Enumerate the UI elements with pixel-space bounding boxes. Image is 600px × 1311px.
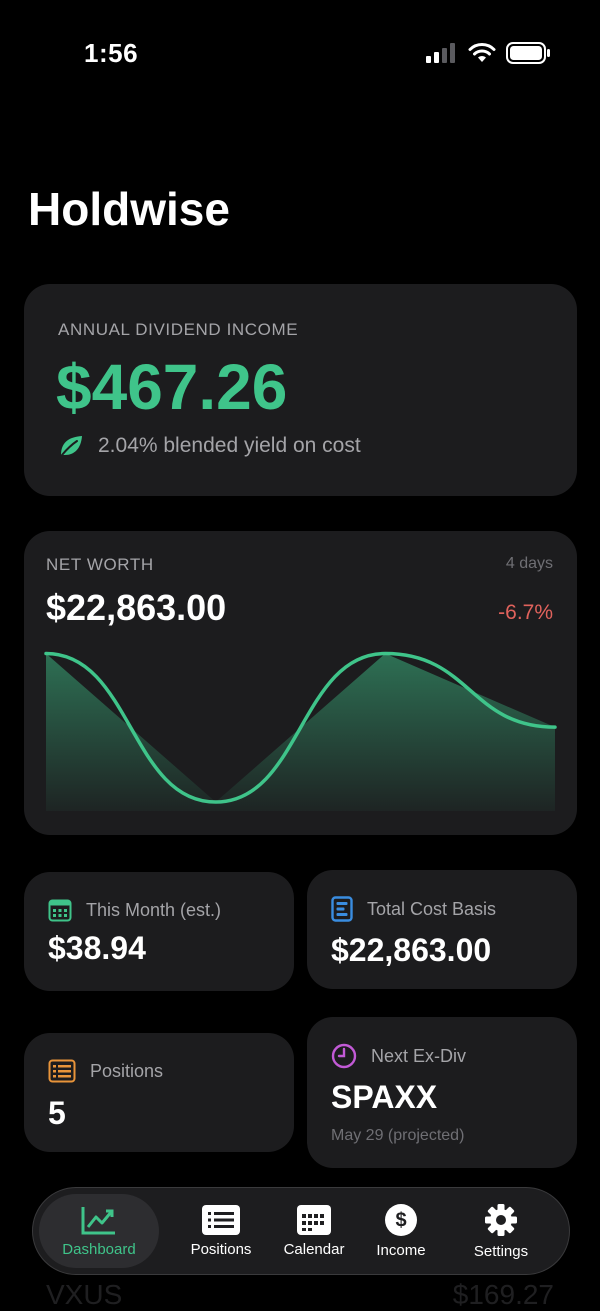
status-time: 1:56	[84, 38, 139, 68]
svg-text:$: $	[395, 1209, 406, 1231]
tab-label: Income	[376, 1241, 426, 1259]
status-bar: 1:56	[0, 0, 600, 110]
positions-label: Positions	[90, 1060, 164, 1081]
clock-icon	[331, 1043, 357, 1069]
net-worth-change: -6.7%	[498, 601, 553, 624]
holding-value: $169.27	[452, 1279, 554, 1310]
annual-income-label: ANNUAL DIVIDEND INCOME	[58, 320, 299, 339]
document-icon	[331, 896, 353, 922]
list-icon	[48, 1059, 76, 1083]
this-month-value: $38.94	[48, 930, 146, 966]
tab-label: Dashboard	[62, 1240, 136, 1258]
tab-income[interactable]: $ Income	[351, 1188, 451, 1274]
net-worth-area	[46, 653, 555, 811]
cost-basis-value: $22,863.00	[331, 932, 492, 968]
tab-label: Positions	[190, 1240, 252, 1258]
holding-ticker[interactable]: VXUS	[46, 1279, 122, 1311]
leaf-icon	[61, 436, 82, 456]
cost-basis-card[interactable]: Total Cost Basis $22,863.00	[307, 870, 577, 989]
signal-icon	[426, 43, 455, 63]
next-exdiv-ticker: SPAXX	[331, 1079, 438, 1115]
battery-icon	[506, 42, 550, 64]
chart-icon	[81, 1206, 115, 1234]
net-worth-chart	[44, 651, 557, 811]
gear-icon	[485, 1203, 517, 1236]
annual-income-card[interactable]: ANNUAL DIVIDEND INCOME $467.26 2.04% ble…	[24, 284, 577, 496]
tab-label: Calendar	[283, 1240, 345, 1258]
calendar-icon	[297, 1204, 331, 1235]
tab-settings[interactable]: Settings	[451, 1188, 551, 1274]
calendar-icon	[48, 899, 72, 922]
dollar-icon: $	[385, 1203, 417, 1236]
yield-row: 2.04% blended yield on cost	[58, 434, 361, 458]
this-month-card[interactable]: This Month (est.) $38.94	[24, 872, 294, 991]
next-exdiv-card[interactable]: Next Ex-Div SPAXX May 29 (projected)	[307, 1017, 577, 1168]
tab-bar: Dashboard Positions Calendar $ Income Se…	[32, 1187, 570, 1275]
net-worth-value: $22,863.00	[46, 587, 227, 628]
net-worth-label: NET WORTH	[46, 555, 154, 574]
next-exdiv-date: May 29 (projected)	[331, 1127, 465, 1144]
net-worth-range[interactable]: 4 days	[506, 555, 553, 573]
tab-label: Settings	[473, 1242, 529, 1260]
next-exdiv-label: Next Ex-Div	[371, 1045, 467, 1066]
list-icon	[202, 1204, 240, 1235]
annual-income-value: $467.26	[56, 351, 288, 423]
net-worth-card[interactable]: NET WORTH 4 days $22,863.00 -6.7%	[24, 531, 577, 835]
wifi-icon	[468, 43, 496, 62]
this-month-label: This Month (est.)	[86, 899, 222, 920]
cost-basis-label: Total Cost Basis	[367, 898, 497, 919]
status-icons	[426, 42, 550, 64]
page-title: Holdwise	[28, 183, 230, 235]
yield-text: 2.04% blended yield on cost	[98, 434, 361, 457]
positions-value: 5	[48, 1095, 66, 1131]
tab-dashboard[interactable]: Dashboard	[39, 1194, 159, 1268]
positions-card[interactable]: Positions 5	[24, 1033, 294, 1152]
